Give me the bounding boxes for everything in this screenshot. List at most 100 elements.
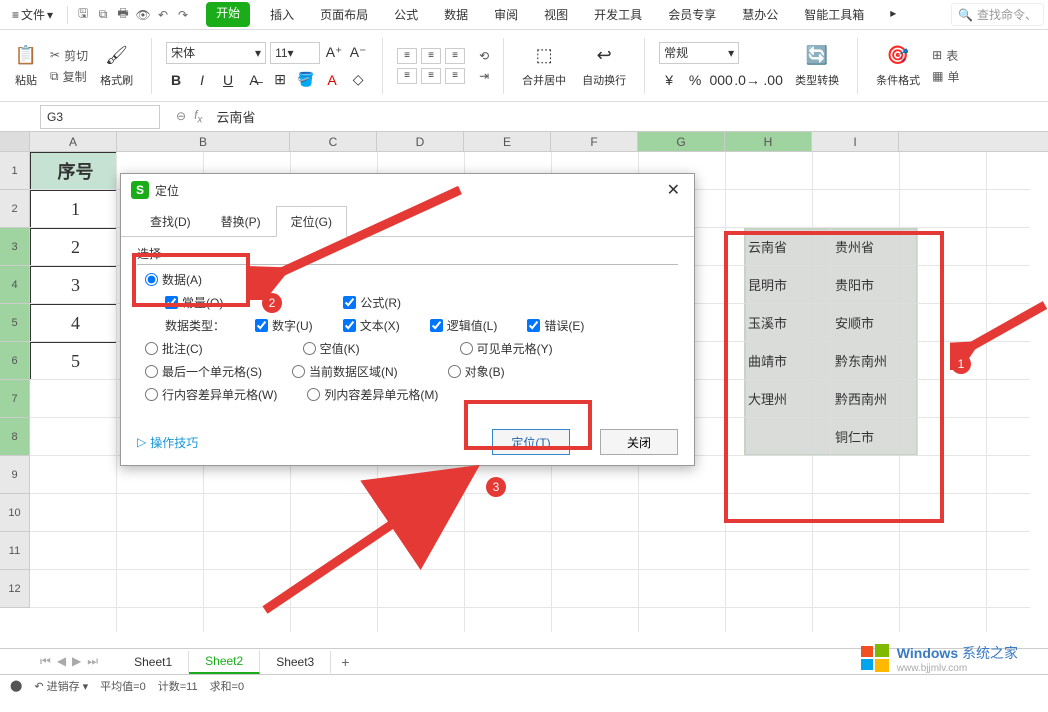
sheet-nav-first-icon[interactable]: ⏮ bbox=[40, 654, 51, 669]
save-icon[interactable]: 🖫 bbox=[74, 6, 92, 24]
percent-button[interactable]: % bbox=[685, 70, 705, 90]
format-painter-button[interactable]: 🖌 格式刷 bbox=[96, 41, 137, 90]
decrease-font-icon[interactable]: A⁻ bbox=[348, 43, 368, 63]
table-style-button[interactable]: ⊞ 表 bbox=[932, 47, 959, 64]
row-10[interactable]: 10 bbox=[0, 494, 30, 532]
alignment-buttons[interactable]: ≡≡≡≡≡≡ bbox=[397, 48, 465, 84]
col-D[interactable]: D bbox=[377, 132, 464, 151]
tab-pagelayout[interactable]: 页面布局 bbox=[314, 2, 374, 27]
command-search[interactable]: 🔍 查找命令、 bbox=[951, 3, 1044, 26]
tab-vip[interactable]: 会员专享 bbox=[662, 2, 722, 27]
undo-redo-label[interactable]: ↶ 进销存 ▾ bbox=[34, 678, 88, 694]
cell-H8[interactable]: 铜仁市 bbox=[831, 418, 918, 456]
preview-icon[interactable]: 👁 bbox=[134, 6, 152, 24]
tab-devtools[interactable]: 开发工具 bbox=[588, 2, 648, 27]
row-1[interactable]: 1 bbox=[0, 152, 30, 190]
fx-icon[interactable]: fx bbox=[194, 108, 202, 125]
row-2[interactable]: 2 bbox=[0, 190, 30, 228]
decrease-decimal-button[interactable]: .00 bbox=[763, 70, 783, 90]
print-icon[interactable]: 🖶 bbox=[114, 6, 132, 24]
row-7[interactable]: 7 bbox=[0, 380, 30, 418]
record-icon[interactable]: ⬤ bbox=[10, 679, 22, 692]
row-5[interactable]: 5 bbox=[0, 304, 30, 342]
clear-format-button[interactable]: ◇ bbox=[348, 70, 368, 90]
opt-coldiff[interactable]: 列内容差异单元格(M) bbox=[307, 386, 438, 403]
font-color-button[interactable]: A bbox=[322, 70, 342, 90]
tab-huiban[interactable]: 慧办公 bbox=[736, 2, 784, 27]
opt-formula[interactable]: 公式(R) bbox=[343, 294, 401, 311]
opt-comment[interactable]: 批注(C) bbox=[145, 340, 203, 357]
conditional-format-button[interactable]: 🎯 条件格式 bbox=[872, 41, 924, 90]
dialog-tab-find[interactable]: 查找(D) bbox=[135, 206, 206, 237]
cell-style-button[interactable]: ▦ 单 bbox=[932, 68, 959, 85]
select-all-corner[interactable] bbox=[0, 132, 30, 151]
row-8[interactable]: 8 bbox=[0, 418, 30, 456]
cell-H3[interactable]: 贵州省 bbox=[831, 228, 918, 266]
number-format-select[interactable]: 常规▾ bbox=[659, 42, 739, 64]
opt-blank[interactable]: 空值(K) bbox=[303, 340, 360, 357]
sheet-tab-2[interactable]: Sheet2 bbox=[189, 650, 260, 674]
cell-G6[interactable]: 曲靖市 bbox=[744, 342, 831, 380]
col-A[interactable]: A bbox=[30, 132, 117, 151]
opt-visible[interactable]: 可见单元格(Y) bbox=[460, 340, 553, 357]
italic-button[interactable]: I bbox=[192, 70, 212, 90]
formula-input[interactable]: 云南省 bbox=[210, 107, 1048, 126]
col-G[interactable]: G bbox=[638, 132, 725, 151]
tips-link[interactable]: ▷ 操作技巧 bbox=[137, 434, 198, 451]
paste-button[interactable]: 📋 粘贴 bbox=[10, 41, 42, 90]
currency-button[interactable]: ¥ bbox=[659, 70, 679, 90]
row-4[interactable]: 4 bbox=[0, 266, 30, 304]
strikethrough-button[interactable]: A̶ bbox=[244, 70, 264, 90]
opt-data[interactable]: 数据(A) bbox=[145, 271, 202, 288]
dialog-tab-replace[interactable]: 替换(P) bbox=[206, 206, 276, 237]
cancel-icon[interactable]: ⊖ bbox=[176, 109, 186, 123]
close-button[interactable]: 关闭 bbox=[600, 429, 678, 455]
opt-logical[interactable]: 逻辑值(L) bbox=[430, 317, 498, 334]
cell-A1[interactable]: 序号 bbox=[30, 152, 117, 190]
opt-error[interactable]: 错误(E) bbox=[527, 317, 584, 334]
close-icon[interactable]: ✕ bbox=[663, 180, 684, 200]
opt-lastcell[interactable]: 最后一个单元格(S) bbox=[145, 363, 262, 380]
sheet-nav-last-icon[interactable]: ⏭ bbox=[87, 654, 98, 669]
dialog-tab-goto[interactable]: 定位(G) bbox=[276, 206, 347, 237]
font-name-select[interactable]: 宋体▾ bbox=[166, 42, 266, 64]
cell-G7[interactable]: 大理州 bbox=[744, 380, 831, 418]
increase-font-icon[interactable]: A⁺ bbox=[324, 43, 344, 63]
merge-center-button[interactable]: ⬚ 合并居中 bbox=[518, 41, 570, 90]
row-12[interactable]: 12 bbox=[0, 570, 30, 608]
opt-constant[interactable]: 常量(O) bbox=[165, 294, 223, 311]
col-E[interactable]: E bbox=[464, 132, 551, 151]
sheet-tab-1[interactable]: Sheet1 bbox=[118, 651, 189, 673]
col-H[interactable]: H bbox=[725, 132, 812, 151]
cell-H5[interactable]: 安顺市 bbox=[831, 304, 918, 342]
opt-rowdiff[interactable]: 行内容差异单元格(W) bbox=[145, 386, 277, 403]
type-convert-button[interactable]: 🔄 类型转换 bbox=[791, 41, 843, 90]
cell-A4[interactable]: 3 bbox=[30, 266, 117, 304]
opt-object[interactable]: 对象(B) bbox=[448, 363, 505, 380]
locate-button[interactable]: 定位(T) bbox=[492, 429, 570, 455]
comma-button[interactable]: 000 bbox=[711, 70, 731, 90]
dialog-titlebar[interactable]: S 定位 ✕ bbox=[121, 174, 694, 206]
cell-G8[interactable] bbox=[744, 418, 831, 456]
opt-number[interactable]: 数字(U) bbox=[255, 317, 313, 334]
tab-formulas[interactable]: 公式 bbox=[388, 2, 424, 27]
orientation-button[interactable]: ⟲ bbox=[479, 49, 489, 63]
indent-button[interactable]: ⇥ bbox=[479, 69, 489, 83]
cell-A5[interactable]: 4 bbox=[30, 304, 117, 342]
row-9[interactable]: 9 bbox=[0, 456, 30, 494]
undo-icon[interactable]: ↶ bbox=[154, 6, 172, 24]
cell-H7[interactable]: 黔西南州 bbox=[831, 380, 918, 418]
tab-home[interactable]: 开始 bbox=[206, 2, 250, 27]
sheet-nav-prev-icon[interactable]: ◀ bbox=[57, 654, 66, 669]
col-F[interactable]: F bbox=[551, 132, 638, 151]
redo-icon[interactable]: ↷ bbox=[174, 6, 192, 24]
sheet-tab-3[interactable]: Sheet3 bbox=[260, 651, 331, 673]
qat-icon-2[interactable]: ⧉ bbox=[94, 6, 112, 24]
opt-text[interactable]: 文本(X) bbox=[343, 317, 400, 334]
col-I[interactable]: I bbox=[812, 132, 899, 151]
tab-insert[interactable]: 插入 bbox=[264, 2, 300, 27]
col-B[interactable]: B bbox=[117, 132, 290, 151]
name-box[interactable]: G3 bbox=[40, 105, 160, 129]
increase-decimal-button[interactable]: .0→ bbox=[737, 70, 757, 90]
cell-A3[interactable]: 2 bbox=[30, 228, 117, 266]
